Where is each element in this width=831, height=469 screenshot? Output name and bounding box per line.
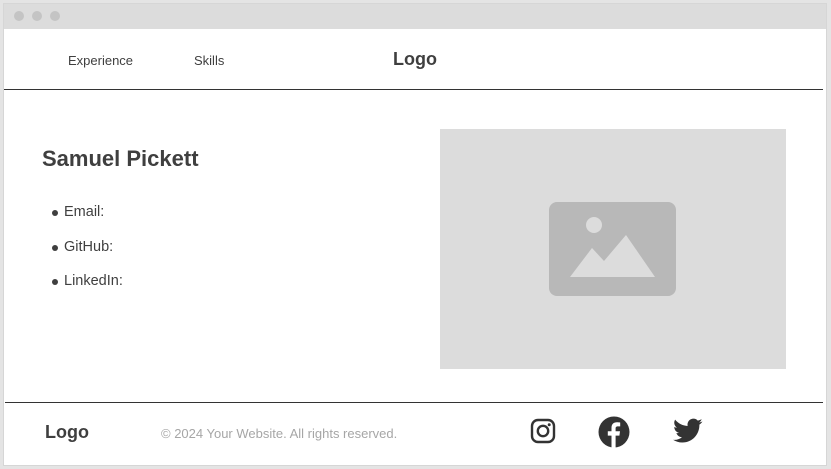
contact-item-linkedin: LinkedIn: (52, 271, 123, 306)
twitter-icon[interactable] (673, 418, 703, 449)
contact-label-linkedin: LinkedIn: (64, 273, 123, 289)
header-divider (4, 89, 823, 90)
facebook-icon[interactable] (598, 416, 630, 453)
contact-item-github: GitHub: (52, 237, 123, 272)
bullet-icon (52, 279, 58, 285)
footer-divider (5, 402, 823, 403)
copyright-text: © 2024 Your Website. All rights reserved… (161, 426, 398, 441)
nav-link-experience[interactable]: Experience (68, 53, 133, 68)
image-placeholder-icon (549, 202, 676, 296)
bullet-icon (52, 210, 58, 216)
instagram-icon[interactable] (530, 418, 556, 449)
contact-label-email: Email: (64, 204, 105, 220)
window-minimize-dot[interactable] (32, 11, 42, 21)
header-logo[interactable]: Logo (393, 49, 437, 70)
contact-item-email: Email: (52, 202, 123, 237)
footer-logo[interactable]: Logo (45, 422, 89, 443)
contact-label-github: GitHub: (64, 238, 114, 255)
profile-name: Samuel Pickett (42, 146, 199, 171)
nav-link-skills[interactable]: Skills (194, 53, 224, 68)
bullet-icon (52, 244, 58, 251)
window-titlebar (4, 4, 826, 29)
contact-list: Email: GitHub: LinkedIn: (52, 202, 123, 306)
browser-window: Experience Skills Logo Samuel Pickett Em… (3, 3, 827, 466)
window-close-dot[interactable] (14, 11, 24, 21)
profile-image-placeholder (440, 129, 786, 369)
window-maximize-dot[interactable] (50, 11, 60, 21)
